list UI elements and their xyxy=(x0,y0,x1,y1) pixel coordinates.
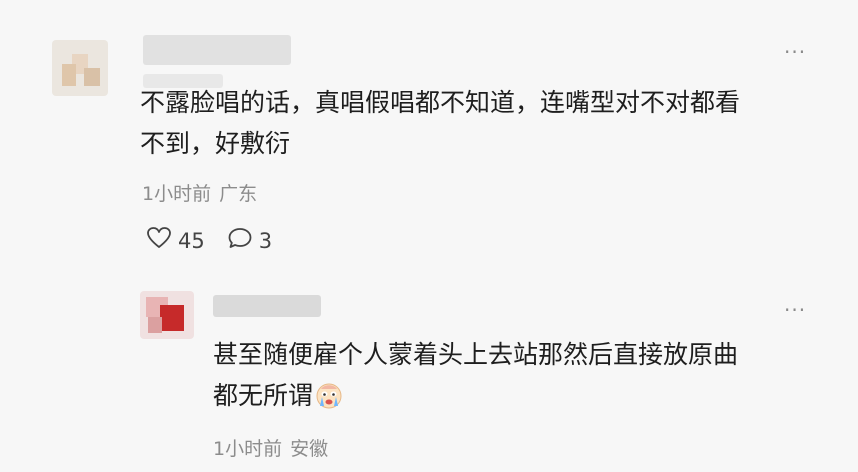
comment-text: 不露脸唱的话，真唱假唱都不知道，连嘴型对不对都看 不到，好敷衍 xyxy=(140,82,740,164)
reply-timestamp: 1小时前 xyxy=(213,438,283,460)
reply-more-options-button[interactable]: ··· xyxy=(784,300,806,320)
location: 广东 xyxy=(219,183,258,205)
reply-username-blurred[interactable] xyxy=(213,295,321,317)
comment-bubble-icon xyxy=(227,226,259,255)
comment-text-line-1: 不露脸唱的话，真唱假唱都不知道，连嘴型对不对都看 xyxy=(140,88,741,117)
reply-location: 安徽 xyxy=(290,438,329,460)
comment-meta: 1小时前 广东 xyxy=(142,179,265,206)
crying-face-emoji-icon xyxy=(315,380,343,421)
comment-1: ··· 不露脸唱的话，真唱假唱都不知道，连嘴型对不对都看 不到，好敷衍 1小时前… xyxy=(0,0,858,270)
heart-icon xyxy=(146,226,178,255)
like-count: 45 xyxy=(178,228,205,253)
comment-actions: 45 3 xyxy=(146,226,294,255)
like-button[interactable]: 45 xyxy=(146,226,205,255)
reply-text: 甚至随便雇个人蒙着头上去站那然后直接放原曲 都无所谓 xyxy=(213,334,738,421)
timestamp: 1小时前 xyxy=(142,183,212,205)
comment-text-line-2: 不到，好敷衍 xyxy=(140,129,291,158)
avatar-blurred[interactable] xyxy=(52,40,108,96)
reply-meta: 1小时前 安徽 xyxy=(213,434,336,461)
reply-avatar-blurred[interactable] xyxy=(140,291,194,339)
reply-text-line-2: 都无所谓 xyxy=(213,381,314,410)
reply-count: 3 xyxy=(258,228,273,253)
comment-2-reply: ··· 甚至随便雇个人蒙着头上去站那然后直接放原曲 都无所谓 1小时前 安徽 xyxy=(0,270,858,472)
reply-button[interactable]: 3 xyxy=(227,226,272,255)
username-blurred[interactable] xyxy=(143,35,291,65)
more-options-button[interactable]: ··· xyxy=(784,42,806,62)
reply-text-line-1: 甚至随便雇个人蒙着头上去站那然后直接放原曲 xyxy=(213,340,739,369)
